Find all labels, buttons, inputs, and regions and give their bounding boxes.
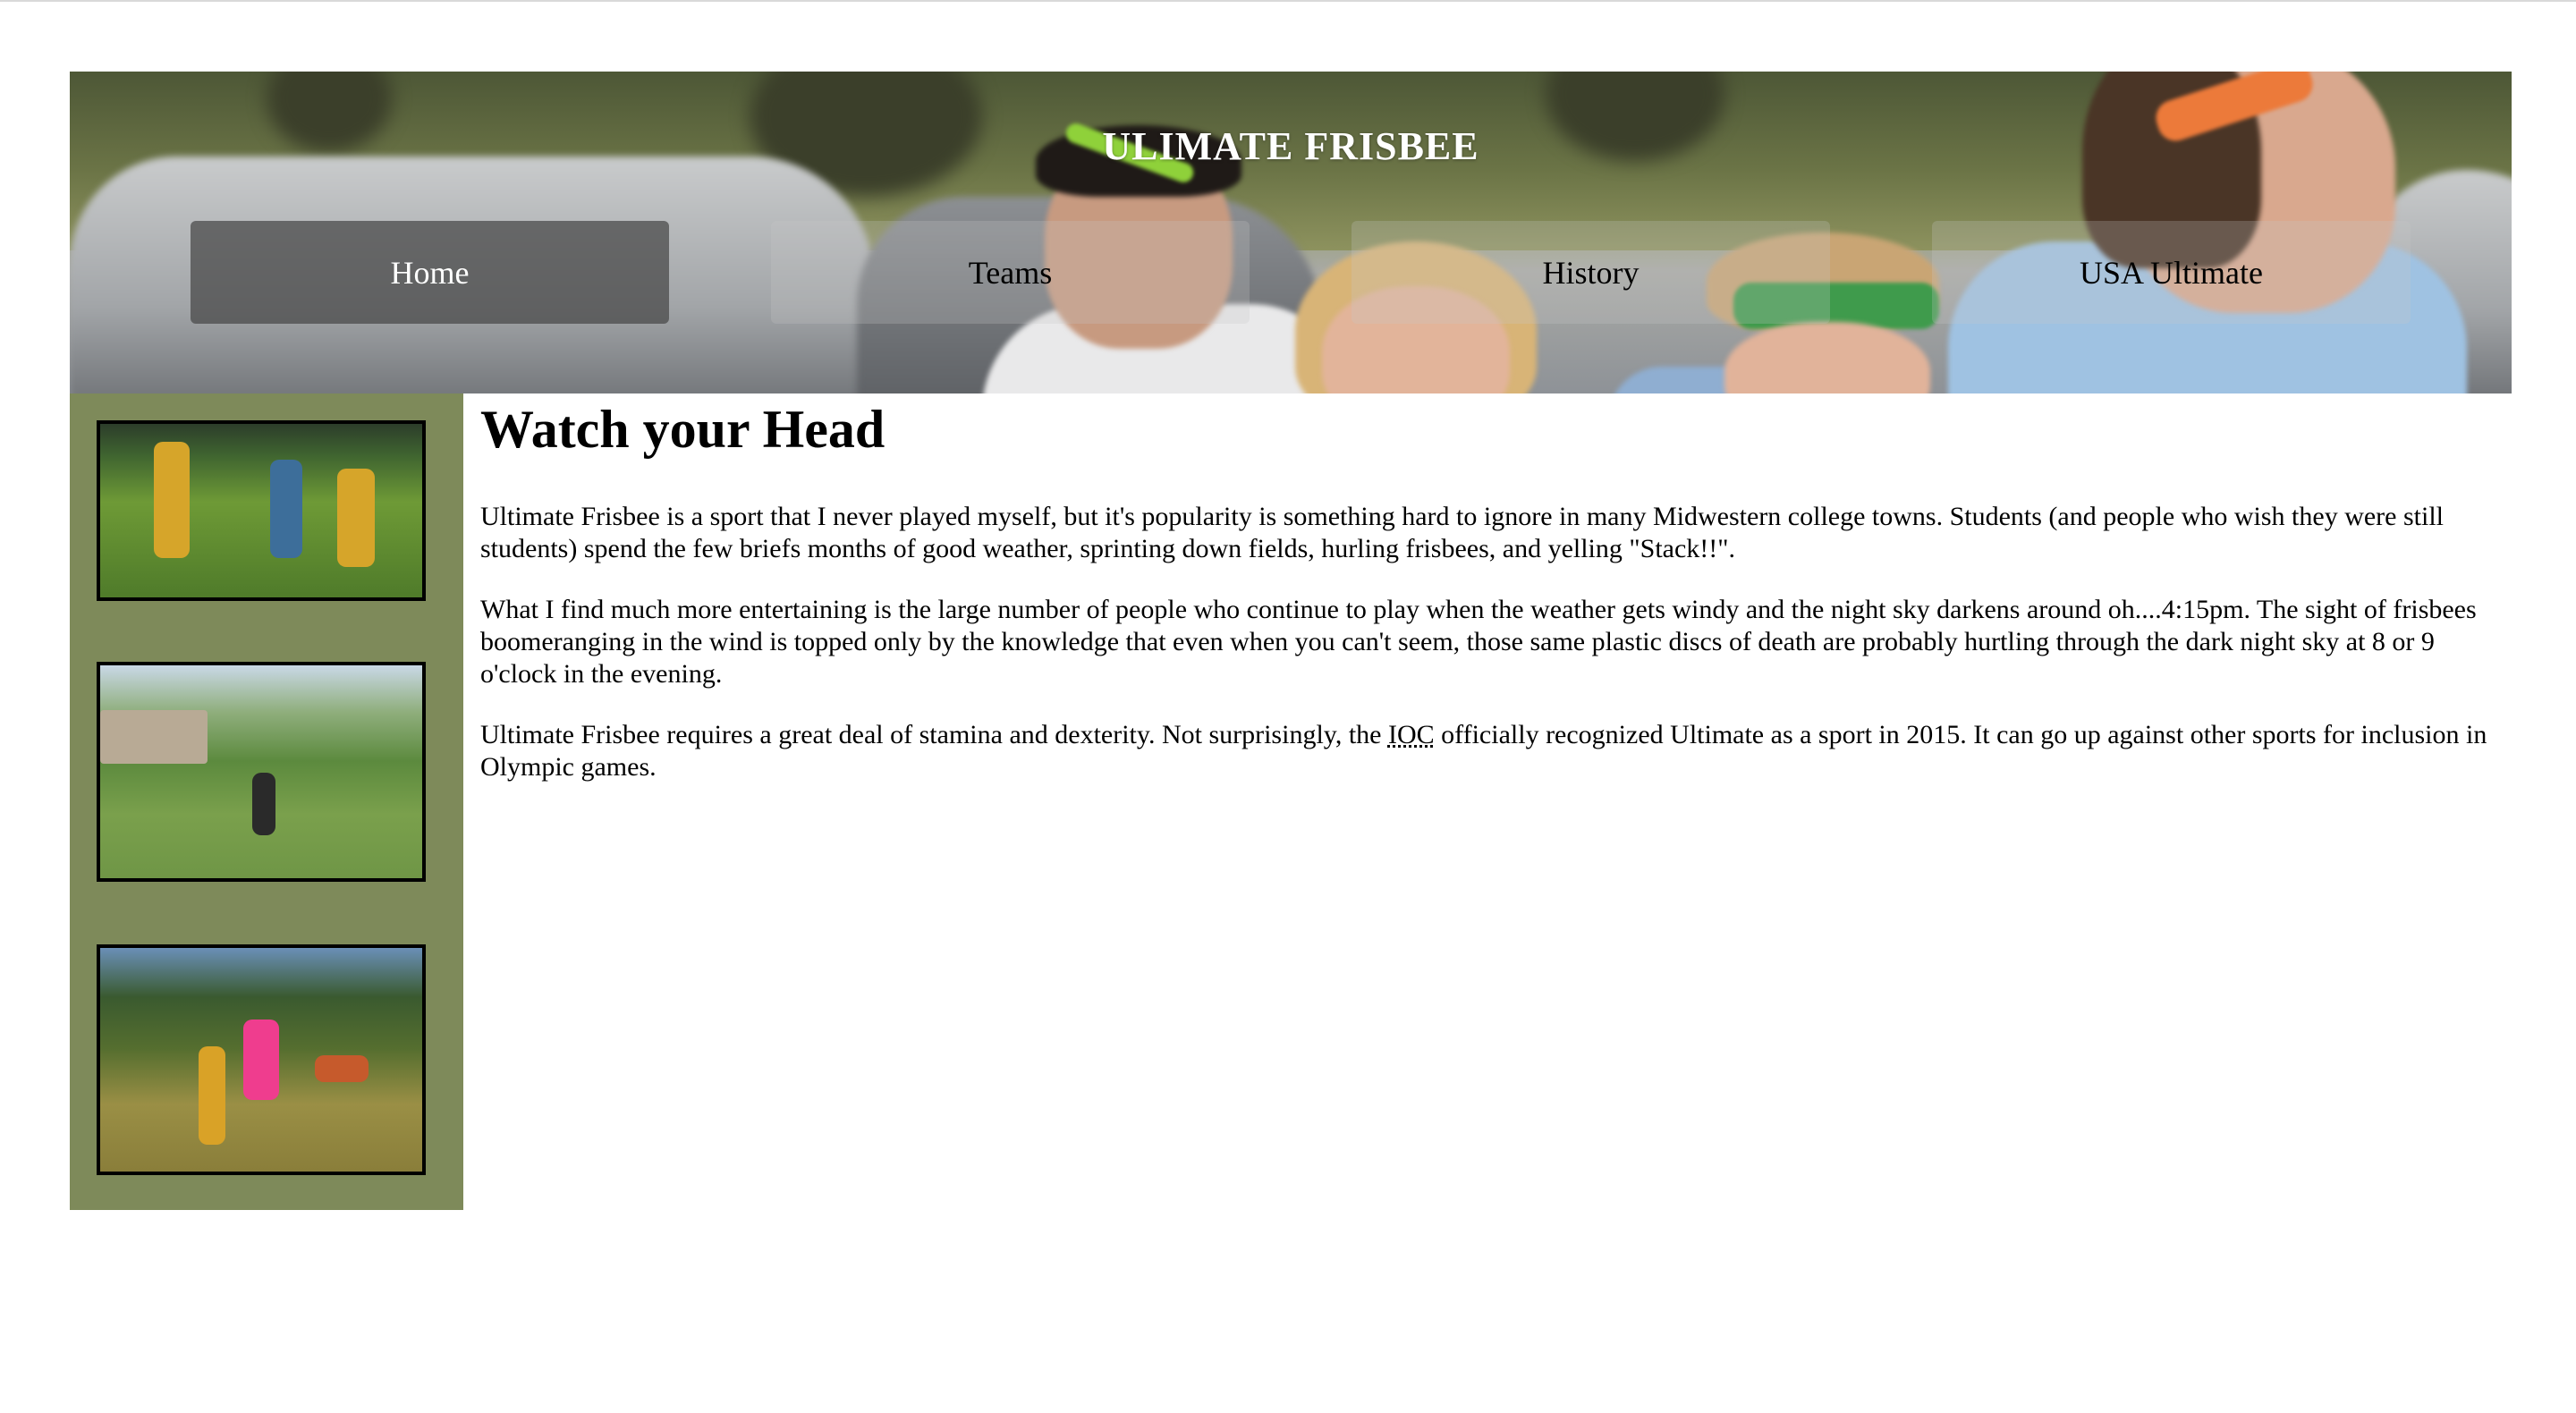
article-content: Watch your Head Ultimate Frisbee is a sp… <box>480 393 2493 782</box>
nav-usa-ultimate-button[interactable]: USA Ultimate <box>1932 221 2411 324</box>
article-paragraph-2: What I find much more entertaining is th… <box>480 595 2477 689</box>
photo-house <box>100 710 208 764</box>
sidebar-photo-3 <box>97 944 426 1175</box>
article-paragraph-1: Ultimate Frisbee is a sport that I never… <box>480 502 2444 563</box>
photo-player <box>199 1046 225 1145</box>
photo-sidebar <box>70 393 463 1210</box>
photo-player <box>243 1020 279 1100</box>
banner-player-face <box>1724 322 1930 393</box>
site-header-banner: ULIMATE FRISBEE Home Teams History USA U… <box>70 72 2512 393</box>
article-heading: Watch your Head <box>480 400 886 459</box>
site-title: ULIMATE FRISBEE <box>1102 124 1479 168</box>
browser-top-border <box>0 0 2576 2</box>
photo-player <box>270 460 302 558</box>
paragraph-3-text-start: Ultimate Frisbee requires a great deal o… <box>480 720 1388 749</box>
sidebar-photo-2 <box>97 662 426 882</box>
photo-player <box>337 469 375 567</box>
photo-player <box>154 442 190 558</box>
ioc-abbreviation[interactable]: IOC <box>1388 720 1435 749</box>
photo-player <box>252 773 275 835</box>
nav-home-button[interactable]: Home <box>191 221 669 324</box>
nav-teams-button[interactable]: Teams <box>771 221 1250 324</box>
nav-history-button[interactable]: History <box>1352 221 1830 324</box>
photo-distant-players <box>315 1055 369 1082</box>
sidebar-photo-1 <box>97 420 426 601</box>
article-paragraph-3: Ultimate Frisbee requires a great deal o… <box>480 719 2493 783</box>
main-navigation: Home Teams History USA Ultimate <box>70 221 2512 324</box>
